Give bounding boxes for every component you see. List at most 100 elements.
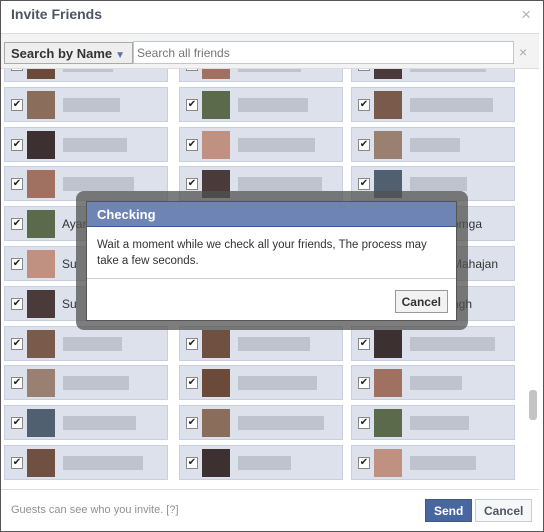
blurred-name [63,97,120,112]
friend-card[interactable]: ✔ [351,325,515,361]
friend-photo [27,90,55,119]
modal-message: Wait a moment while we check all your fr… [87,227,456,279]
blurred-name [410,376,462,391]
modal-overlay: Checking Wait a moment while we check al… [76,191,468,330]
blurred-name [63,416,136,431]
guests-note: Guests can see who you invite. [?] [11,504,179,516]
friend-photo [27,289,55,318]
checkbox[interactable]: ✔ [186,98,198,111]
checkbox[interactable]: ✔ [11,457,23,469]
checkbox[interactable]: ✔ [358,98,370,111]
checkbox[interactable]: ✔ [186,457,198,469]
search-mode-dropdown[interactable]: Search by Name ▼ [4,42,133,64]
dialog-title: Invite Friends [11,6,103,22]
checkbox[interactable]: ✔ [186,337,198,350]
friend-photo [374,369,402,398]
friend-photo [202,329,230,358]
checkbox[interactable]: ✔ [358,457,370,469]
checkbox[interactable]: ✔ [11,337,23,350]
caret-down-icon: ▼ [115,50,126,61]
checkbox[interactable]: ✔ [358,178,370,191]
checkbox[interactable]: ✔ [11,417,23,430]
blurred-name [238,336,310,351]
friend-card[interactable]: ✔ [179,405,343,441]
blurred-name [238,177,322,192]
friend-card[interactable]: ✔ [4,445,168,480]
checkbox[interactable]: ✔ [11,218,23,231]
cancel-button[interactable]: Cancel [475,499,533,522]
friend-card[interactable]: ✔ [4,126,168,162]
blurred-name [410,177,467,192]
friend-card[interactable]: ✔ [179,445,343,480]
friend-photo [27,130,55,159]
footer: Guests can see who you invite. [?] Send … [1,489,539,529]
friend-photo [27,449,55,477]
search-input[interactable] [133,41,514,64]
blurred-name [410,137,460,152]
friend-photo [27,210,55,239]
blurred-name [238,416,324,431]
checkbox[interactable]: ✔ [186,138,198,151]
friend-card[interactable]: ✔ [351,86,515,122]
checkbox[interactable]: ✔ [358,138,370,151]
checkbox[interactable]: ✔ [11,297,23,310]
blurred-name [410,336,495,351]
scrollbar[interactable] [529,390,537,420]
blurred-name [238,456,291,470]
checkbox[interactable]: ✔ [358,337,370,350]
friend-card[interactable]: ✔ [351,405,515,441]
friend-photo [27,329,55,358]
checkbox[interactable]: ✔ [358,377,370,390]
search-bar: Search by Name▼ × [1,33,539,69]
blurred-name [410,416,469,431]
blurred-name [63,336,122,351]
checkbox[interactable]: ✔ [186,417,198,430]
friend-card[interactable]: ✔ [4,86,168,122]
checkbox[interactable]: ✔ [186,178,198,191]
modal-cancel-button[interactable]: Cancel [394,290,448,313]
friend-card[interactable]: ✔ [179,365,343,401]
checking-modal: Checking Wait a moment while we check al… [86,201,457,321]
checkbox[interactable]: ✔ [11,258,23,270]
blurred-name [63,177,134,192]
friend-photo [374,409,402,438]
blurred-name [238,376,317,391]
friend-card[interactable]: ✔ [179,325,343,361]
friend-card[interactable]: ✔ [351,365,515,401]
checkbox[interactable]: ✔ [11,98,23,111]
blurred-name [238,137,315,152]
friend-photo [202,449,230,477]
checkbox[interactable]: ✔ [11,138,23,151]
friend-photo [374,449,402,477]
blurred-name [410,97,493,112]
friend-photo [27,369,55,398]
friend-photo [202,409,230,438]
friend-photo [374,130,402,159]
friend-photo [202,130,230,159]
friend-card[interactable]: ✔ [179,86,343,122]
friend-card[interactable]: ✔ [179,126,343,162]
friend-photo [27,170,55,199]
search-mode-label: Search by Name [11,46,113,61]
close-icon[interactable]: × [521,5,531,25]
friend-card[interactable]: ✔ [351,445,515,480]
friend-photo [27,250,55,278]
friend-name: Su [62,257,77,271]
friend-photo [202,90,230,119]
friend-card[interactable]: ✔ [4,365,168,401]
blurred-name [63,137,127,152]
friend-card[interactable]: ✔ [4,325,168,361]
friend-photo [374,90,402,119]
checkbox[interactable]: ✔ [11,178,23,191]
checkbox[interactable]: ✔ [11,377,23,390]
checkbox[interactable]: ✔ [358,417,370,430]
friend-card[interactable]: ✔ [4,405,168,441]
clear-search-icon[interactable]: × [519,44,527,60]
friend-photo [202,369,230,398]
send-button[interactable]: Send [425,499,473,522]
blurred-name [410,456,476,470]
friend-card[interactable]: ✔ [351,126,515,162]
blurred-name [63,456,143,470]
friend-photo [27,409,55,438]
checkbox[interactable]: ✔ [186,377,198,390]
